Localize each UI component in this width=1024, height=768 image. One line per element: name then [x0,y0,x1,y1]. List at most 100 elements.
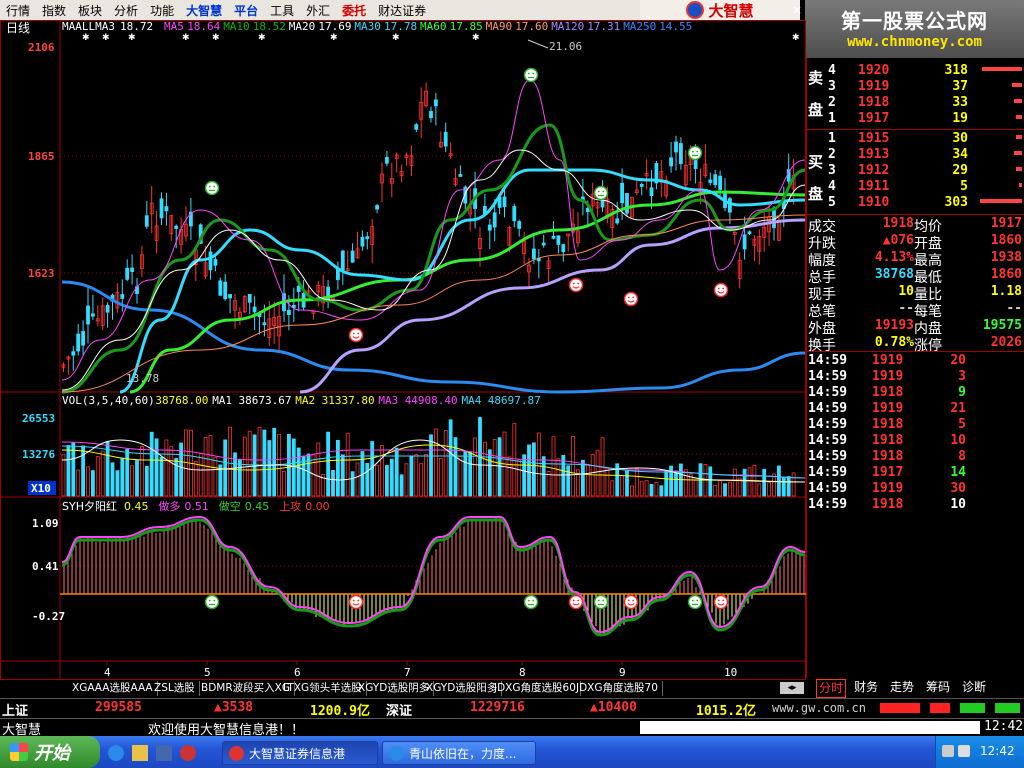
ie-icon[interactable] [108,745,124,761]
status-time: 12:42 [984,719,1024,734]
volume-bar [443,430,448,497]
menu-item[interactable]: 工具 [264,2,300,19]
formula-tab[interactable]: XGAAA选股AAA [68,681,158,696]
right-tab[interactable]: 筹码 [926,679,950,696]
candle-body [532,248,536,260]
price-y-tick: 1623 [28,267,55,280]
buy-depth-bar [1016,135,1022,139]
volume-bar [522,454,526,497]
sell-depth-bar [1016,115,1022,119]
volume-bar [620,475,624,497]
tick-price: 1918 [872,433,904,448]
right-tab[interactable]: 财务 [854,679,878,696]
menu-item[interactable]: 指数 [36,2,72,19]
marker-star-icon: ✱ [128,33,136,43]
menu-item[interactable]: 行情 [0,2,36,19]
divider [806,129,1024,130]
candle-body [164,206,169,212]
candle-body [679,143,683,164]
tick-price: 1918 [872,449,904,464]
candles [61,82,796,375]
formula-tab-bar: XGAAA选股AAA ZSL选股 BDMR波段买入XG LTXG领头羊选股 XGYD选股… [60,681,806,696]
formula-tab[interactable]: JDXG角度选股60 [490,681,581,696]
taskbar-item-dzh[interactable]: 大智慧证券信息港 [222,741,378,765]
vol-unit: X10 [31,482,51,495]
start-button[interactable]: 开始 [0,736,100,768]
formula-tab[interactable]: ZSL选股 [150,681,200,696]
buy-volume: 303 [944,195,968,210]
menu-item[interactable]: 平台 [228,2,264,19]
volume-bar [551,436,556,497]
formula-tab[interactable]: JDXG角度选股70 [572,681,663,696]
volume-bar [532,442,536,497]
candle-body [223,281,228,300]
network-icon[interactable] [942,745,954,757]
volume-bar [448,419,453,497]
marker-star-icon: ✱ [102,33,110,43]
buy-depth-bar [1019,183,1022,187]
media-icon[interactable] [180,745,196,761]
candle-body [718,175,722,190]
menu-item[interactable]: 财达证券 [372,2,432,19]
ma-line-ma5 [61,79,806,381]
candle-body [247,294,252,303]
right-tab[interactable]: 走势 [890,679,914,696]
vol-legend-item: MA3 [378,394,398,407]
folder-icon[interactable] [132,745,148,761]
volume-bar [237,459,242,497]
right-tab[interactable]: 分时 [816,679,847,698]
start-label: 开始 [34,743,70,764]
kline-chart[interactable]: 日线 MAALLMA3 18.72 MA5 18.64 MA10 18.52 MA20 17.… [0,20,806,680]
volume-icon[interactable] [958,745,970,757]
candle-body [674,141,678,153]
taskbar-item-browser[interactable]: 青山依旧在，力度... [382,741,536,765]
sell-price: 1918 [858,95,890,110]
volume-bar [742,468,747,497]
tick-volume: 10 [950,433,966,448]
happy-face-icon [348,594,364,610]
volume-bar [375,464,380,497]
candle-body [551,235,556,239]
menu-item[interactable]: 板块 [72,2,108,19]
volume-bar [257,427,262,497]
tick-volume: 5 [958,417,966,432]
volume-bar [208,435,213,497]
ma-value: 17.85 [450,20,483,33]
vol-y-tick: 26553 [22,412,55,425]
ma-value: 17.69 [318,20,351,33]
tick-row: 14:59 1917 14 [806,465,1024,481]
menu-item[interactable]: 分析 [108,2,144,19]
volume-bar [326,431,331,497]
menu-item[interactable]: 大智慧 [180,2,228,19]
marker-star-icon: ✱ [392,33,400,43]
status-bar: 大智慧 欢迎使用大智慧信息港！！ 12:42 [0,718,1024,738]
tick-time: 14:59 [808,369,848,384]
x-tick-label: 6 [294,666,301,679]
candle-body [159,198,164,219]
volume-bar [757,483,762,497]
candle-body [708,179,713,183]
tab-scroll-arrows-icon[interactable]: ◂▸ [780,682,804,694]
desktop-icon[interactable] [156,745,172,761]
close-icon[interactable]: × [790,0,804,20]
volume-bar [654,482,659,497]
volume-bar [497,437,502,497]
volume-bar [718,480,722,497]
taskbar-item-label: 大智慧证券信息港 [249,747,346,761]
sell-level: 2 [828,95,836,110]
candle-body [713,174,718,186]
volume-bar [228,426,233,497]
candle-body [360,236,365,247]
volume-bar [223,439,228,497]
happy-face-icon [568,594,584,610]
volume-bar [282,471,286,497]
buy-volume: 34 [952,147,968,162]
menu-item[interactable]: 功能 [144,2,180,19]
volume-bar [135,459,139,497]
menu-item[interactable]: 委托 [336,2,372,19]
buy-volume: 30 [952,131,968,146]
candle-body [433,99,438,107]
right-tab[interactable]: 诊断 [962,679,986,696]
menu-item[interactable]: 外汇 [300,2,336,19]
system-tray: 12:42 [935,736,1024,768]
